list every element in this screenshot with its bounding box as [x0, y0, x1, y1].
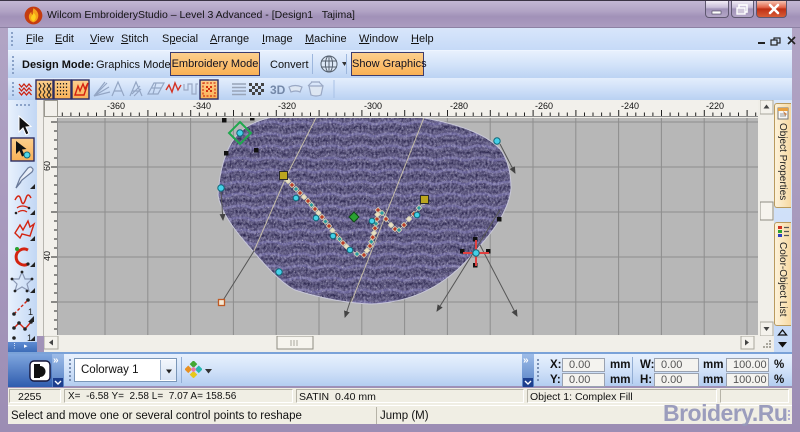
svg-text:-240: -240	[621, 101, 639, 111]
svg-text:-360: -360	[107, 101, 125, 111]
svg-text:1: 1	[28, 307, 33, 317]
svg-text:-220: -220	[706, 101, 724, 111]
svg-text:60: 60	[44, 161, 52, 171]
svg-text:-280: -280	[450, 101, 468, 111]
svg-text:-260: -260	[535, 101, 553, 111]
svg-text:-300: -300	[364, 101, 382, 111]
svg-text:-320: -320	[278, 101, 296, 111]
svg-text:-340: -340	[193, 101, 211, 111]
svg-text:40: 40	[44, 251, 52, 261]
svg-text:3D: 3D	[270, 83, 286, 97]
